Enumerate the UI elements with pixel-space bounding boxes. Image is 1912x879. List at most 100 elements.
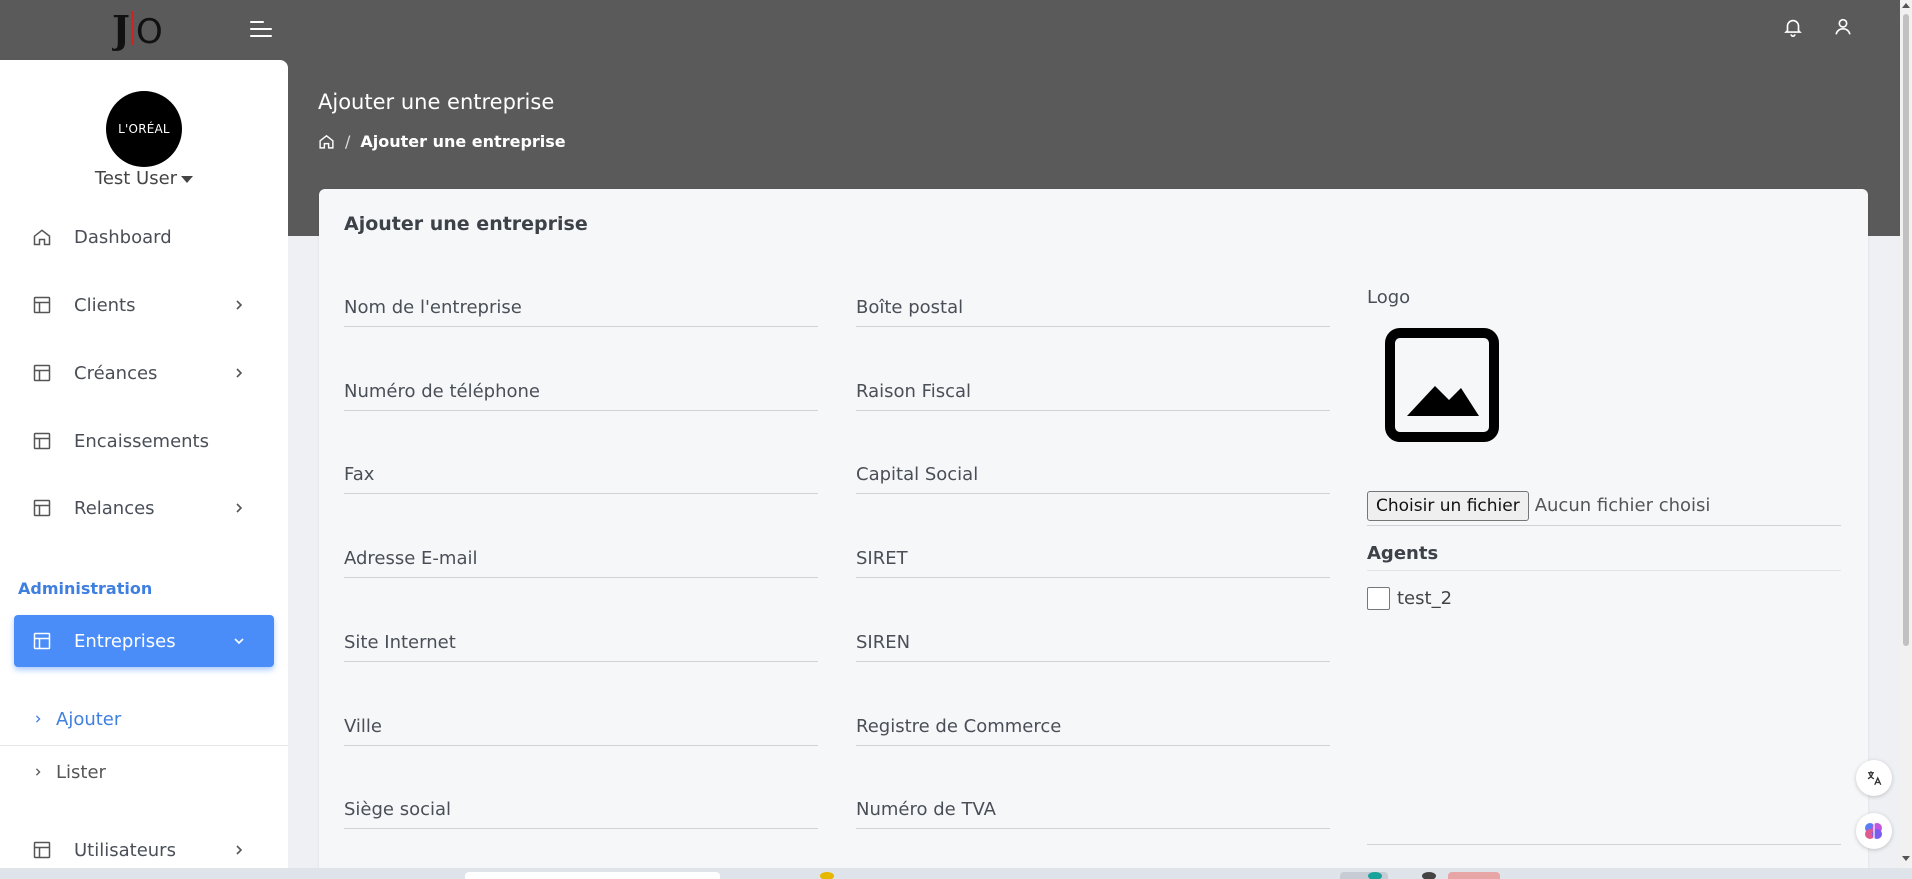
chevron-right-icon bbox=[236, 845, 243, 855]
translate-icon bbox=[1867, 771, 1882, 786]
field-label: Adresse E-mail bbox=[344, 548, 478, 569]
chevron-right-icon bbox=[35, 768, 41, 776]
field-label: Fax bbox=[344, 464, 375, 485]
taskbar-item[interactable] bbox=[1368, 872, 1382, 879]
sidebar-subitem-label: Lister bbox=[56, 761, 106, 783]
table-icon bbox=[33, 632, 51, 650]
field-label: Registre de Commerce bbox=[856, 716, 1062, 737]
sidebar-subitem-lister[interactable]: Lister bbox=[0, 746, 288, 798]
brain-icon bbox=[1865, 823, 1882, 839]
tax-name-field[interactable]: Raison Fiscal bbox=[856, 355, 1330, 411]
sidebar-item-utilisateurs[interactable]: Utilisateurs bbox=[14, 824, 274, 868]
taskbar-item[interactable] bbox=[465, 872, 720, 879]
jio-logo: J O bbox=[112, 7, 163, 51]
taskbar-item[interactable] bbox=[1422, 872, 1436, 879]
sidebar-item-relances[interactable]: Relances bbox=[14, 482, 274, 534]
taskbar-item[interactable] bbox=[1448, 872, 1500, 879]
sidebar-item-clients[interactable]: Clients bbox=[14, 279, 274, 331]
svg-text:O: O bbox=[136, 12, 163, 51]
company-name-field[interactable]: Nom de l'entreprise bbox=[344, 271, 818, 327]
field-label: Numéro de TVA bbox=[856, 799, 996, 820]
table-icon bbox=[33, 296, 51, 314]
field-label: Capital Social bbox=[856, 464, 979, 485]
hamburger-menu-icon[interactable] bbox=[250, 19, 276, 41]
field-label: SIRET bbox=[856, 548, 908, 569]
field-label: Raison Fiscal bbox=[856, 381, 972, 402]
trade-register-field[interactable]: Registre de Commerce bbox=[856, 690, 1330, 746]
scrollbar-thumb[interactable] bbox=[1903, 14, 1909, 646]
website-field[interactable]: Site Internet bbox=[344, 606, 818, 662]
field-label: Numéro de téléphone bbox=[344, 381, 540, 402]
divider bbox=[1367, 570, 1841, 571]
table-icon bbox=[33, 841, 51, 859]
section-label-administration: Administration bbox=[18, 579, 153, 598]
field-label: Siège social bbox=[344, 799, 452, 820]
translate-extension-button[interactable] bbox=[1856, 760, 1892, 796]
sidebar-item-entreprises[interactable]: Entreprises bbox=[14, 615, 274, 667]
sidebar-subitem-ajouter[interactable]: Ajouter bbox=[0, 693, 288, 745]
table-icon bbox=[33, 432, 51, 450]
company-avatar: L'ORÉAL bbox=[106, 91, 182, 167]
taskbar bbox=[0, 868, 1912, 879]
fax-field[interactable]: Fax bbox=[344, 438, 818, 494]
chevron-right-icon bbox=[236, 503, 243, 513]
share-capital-field[interactable]: Capital Social bbox=[856, 438, 1330, 494]
ai-assistant-button[interactable] bbox=[1856, 813, 1892, 849]
sidebar-subitem-label: Ajouter bbox=[56, 708, 122, 730]
sidebar-item-label: Entreprises bbox=[74, 630, 176, 652]
breadcrumb-current: Ajouter une entreprise bbox=[360, 132, 566, 151]
agents-label: Agents bbox=[1367, 543, 1439, 564]
sidebar-item-label: Créances bbox=[74, 362, 158, 384]
sidebar-item-label: Encaissements bbox=[74, 430, 209, 452]
scroll-up-arrow-icon[interactable] bbox=[1902, 3, 1910, 8]
sidebar-item-encaissements[interactable]: Encaissements bbox=[14, 415, 274, 467]
chevron-down-icon bbox=[234, 638, 244, 645]
svg-text:J: J bbox=[112, 7, 130, 51]
city-field[interactable]: Ville bbox=[344, 690, 818, 746]
logo-file-input: Choisir un fichier Aucun fichier choisi bbox=[1367, 486, 1841, 526]
scroll-down-arrow-icon[interactable] bbox=[1902, 856, 1910, 861]
user-icon[interactable] bbox=[1832, 16, 1854, 38]
home-icon[interactable] bbox=[318, 133, 335, 150]
sidebar-item-label: Utilisateurs bbox=[74, 839, 176, 861]
breadcrumb: / Ajouter une entreprise bbox=[318, 132, 566, 151]
phone-field[interactable]: Numéro de téléphone bbox=[344, 355, 818, 411]
chevron-right-icon bbox=[236, 300, 243, 310]
image-placeholder-icon bbox=[1385, 328, 1499, 442]
siren-field[interactable]: SIREN bbox=[856, 606, 1330, 662]
file-status: Aucun fichier choisi bbox=[1534, 495, 1711, 516]
chevron-right-icon bbox=[35, 715, 41, 723]
po-box-field[interactable]: Boîte postal bbox=[856, 271, 1330, 327]
caret-down-icon bbox=[181, 175, 194, 183]
bell-icon[interactable] bbox=[1782, 16, 1804, 38]
table-icon bbox=[33, 499, 51, 517]
agent-name: test_2 bbox=[1397, 588, 1453, 609]
sidebar-item-label: Clients bbox=[74, 294, 136, 316]
divider bbox=[1367, 844, 1841, 845]
logo-label: Logo bbox=[1367, 287, 1411, 308]
form-card: Ajouter une entreprise Nom de l'entrepri… bbox=[319, 189, 1868, 879]
field-label: Ville bbox=[344, 716, 382, 737]
home-icon bbox=[33, 229, 51, 246]
page-title: Ajouter une entreprise bbox=[318, 90, 555, 114]
headquarters-field[interactable]: Siège social bbox=[344, 773, 818, 829]
table-icon bbox=[33, 364, 51, 382]
siret-field[interactable]: SIRET bbox=[856, 522, 1330, 578]
user-menu-toggle[interactable]: Test User bbox=[0, 168, 288, 189]
sidebar-item-label: Dashboard bbox=[74, 226, 172, 248]
card-title: Ajouter une entreprise bbox=[344, 213, 588, 235]
field-label: Nom de l'entreprise bbox=[344, 297, 522, 318]
field-label: SIREN bbox=[856, 632, 911, 653]
chevron-right-icon bbox=[236, 368, 243, 378]
agent-checkbox[interactable] bbox=[1367, 587, 1390, 610]
field-label: Site Internet bbox=[344, 632, 456, 653]
sidebar: L'ORÉAL Test User Dashboard Clients Créa… bbox=[0, 60, 288, 868]
sidebar-item-dashboard[interactable]: Dashboard bbox=[14, 211, 274, 263]
email-field[interactable]: Adresse E-mail bbox=[344, 522, 818, 578]
taskbar-item[interactable] bbox=[820, 872, 834, 879]
field-label: Boîte postal bbox=[856, 297, 964, 318]
sidebar-item-creances[interactable]: Créances bbox=[14, 347, 274, 399]
vat-number-field[interactable]: Numéro de TVA bbox=[856, 773, 1330, 829]
page-scrollbar[interactable] bbox=[1900, 0, 1912, 868]
choose-file-button[interactable]: Choisir un fichier bbox=[1367, 490, 1529, 521]
